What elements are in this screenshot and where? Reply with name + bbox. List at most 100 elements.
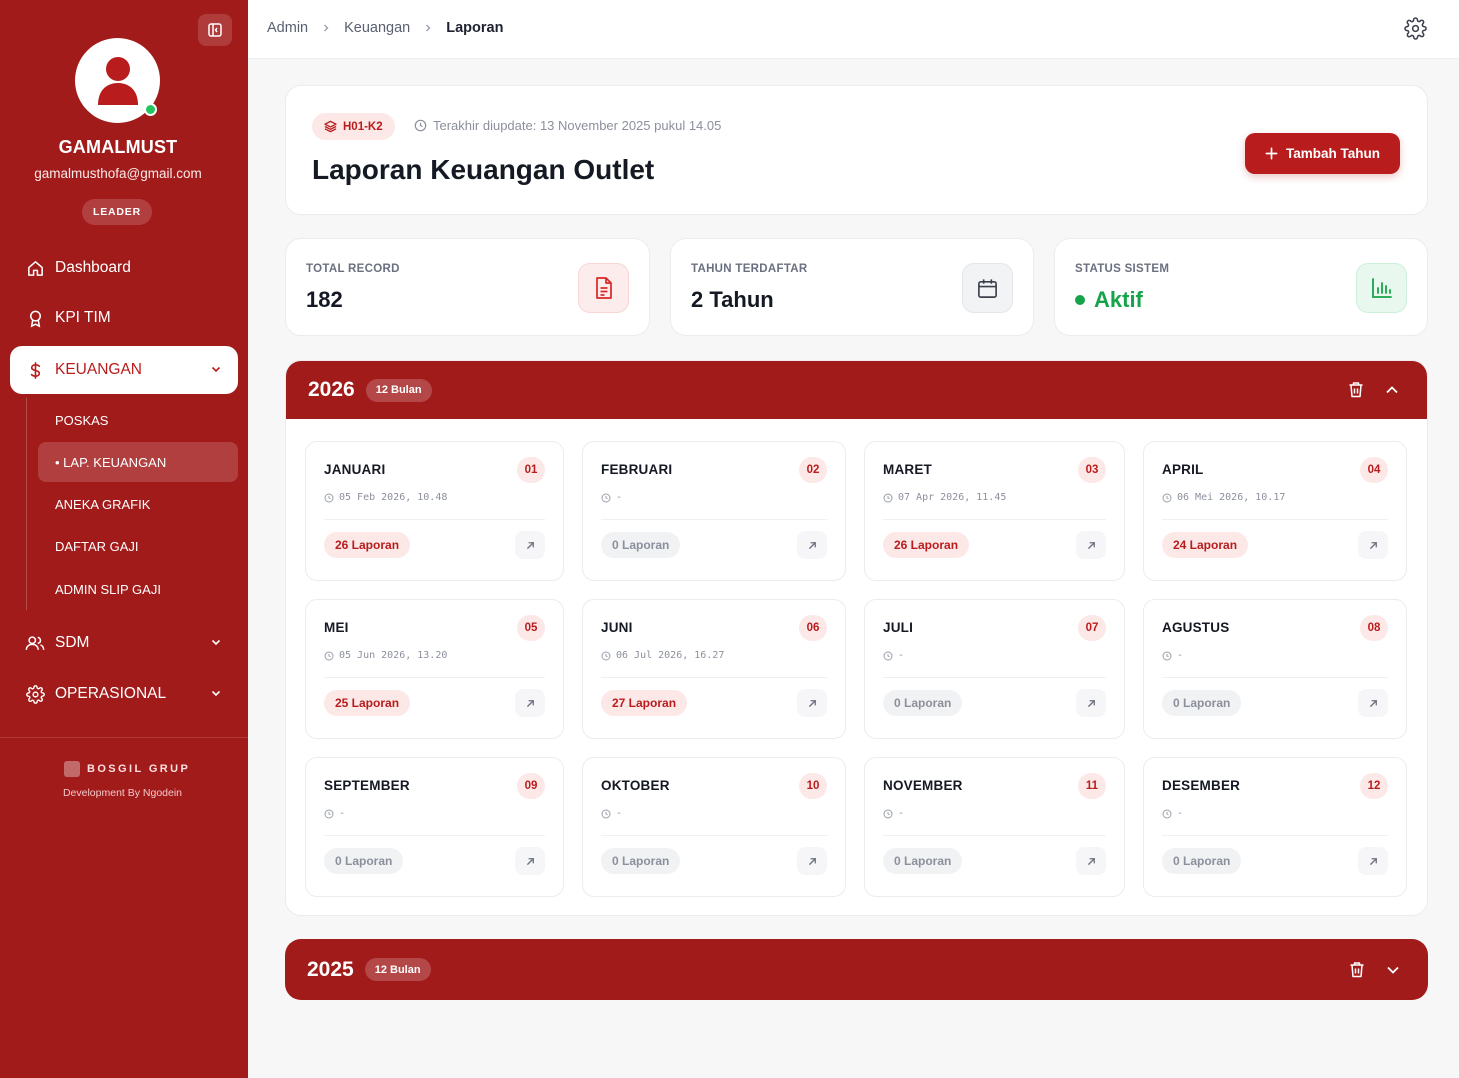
user-email: gamalmusthofa@gmail.com [34, 166, 202, 181]
brand-logo-icon [64, 761, 80, 777]
month-card[interactable]: JULI 07 - 0 Laporan [864, 599, 1125, 739]
month-card[interactable]: FEBRUARI 02 - 0 Laporan [582, 441, 846, 581]
sub-item-lap-keuangan[interactable]: • LAP. KEUANGAN [38, 442, 238, 482]
expand-year-button[interactable] [1385, 962, 1401, 983]
nav-item-operasional[interactable]: OPERASIONAL [10, 670, 238, 718]
card-divider [324, 835, 545, 836]
open-month-button[interactable] [797, 531, 827, 559]
last-updated-text: Terakhir diupdate: 13 November 2025 puku… [433, 118, 722, 133]
month-card[interactable]: MARET 03 07 Apr 2026, 11.45 26 Laporan [864, 441, 1125, 581]
breadcrumb: Admin Keuangan Laporan [267, 20, 503, 36]
arrow-up-right-icon [1369, 541, 1377, 549]
month-number-badge: 09 [517, 773, 545, 799]
open-month-button[interactable] [515, 689, 545, 717]
nav-item-keuangan[interactable]: KEUANGAN [10, 346, 238, 394]
month-name: NOVEMBER [883, 778, 963, 793]
sub-item-poskas[interactable]: POSKAS [38, 400, 238, 440]
open-month-button[interactable] [1358, 531, 1388, 559]
add-year-button[interactable]: Tambah Tahun [1245, 133, 1400, 174]
developer-credit: Development By Ngodein [62, 787, 183, 799]
month-last-update: 05 Jun 2026, 13.20 [324, 650, 447, 661]
stat-label: TAHUN TERDAFTAR [691, 263, 808, 275]
month-card[interactable]: JANUARI 01 05 Feb 2026, 10.48 26 Laporan [305, 441, 564, 581]
delete-year-button[interactable] [1348, 381, 1364, 403]
nav-item-dashboard[interactable]: Dashboard [10, 244, 238, 292]
month-last-update: - [883, 650, 904, 661]
clock-icon [324, 808, 334, 819]
clock-icon [1162, 492, 1172, 503]
clock-icon [1162, 808, 1172, 819]
breadcrumb-current: Laporan [446, 20, 504, 36]
month-date-text: - [898, 808, 905, 819]
month-name: DESEMBER [1162, 778, 1241, 793]
stat-card-status-sistem: STATUS SISTEM Aktif [1054, 238, 1428, 336]
year-header[interactable]: 2026 12 Bulan [286, 361, 1427, 419]
sub-item-aneka-grafik[interactable]: ANEKA GRAFIK [38, 484, 238, 524]
arrow-up-right-icon [808, 541, 816, 549]
nav-item-sdm[interactable]: SDM [10, 619, 238, 667]
topbar: Admin Keuangan Laporan [248, 0, 1459, 59]
card-divider [324, 677, 545, 678]
open-month-button[interactable] [1358, 689, 1388, 717]
chevron-down-icon [211, 690, 221, 697]
settings-button[interactable] [1404, 17, 1427, 45]
user-name: GAMALMUST [58, 137, 178, 157]
open-month-button[interactable] [515, 531, 545, 559]
chevron-right-icon [324, 24, 329, 32]
submenu-line [26, 398, 27, 610]
nav-item-kpi-tim[interactable]: KPI TIM [10, 294, 238, 342]
month-card[interactable]: JUNI 06 06 Jul 2026, 16.27 27 Laporan [582, 599, 846, 739]
report-count-badge: 25 Laporan [324, 690, 411, 716]
dollar-icon [30, 361, 40, 379]
sub-item-daftar-gaji[interactable]: DAFTAR GAJI [38, 526, 238, 566]
month-card[interactable]: APRIL 04 06 Mei 2026, 10.17 24 Laporan [1143, 441, 1407, 581]
breadcrumb-item[interactable]: Keuangan [344, 20, 410, 36]
open-month-button[interactable] [797, 847, 827, 875]
open-month-button[interactable] [797, 689, 827, 717]
open-month-button[interactable] [1076, 847, 1106, 875]
page-title: Laporan Keuangan Outlet [312, 154, 655, 185]
card-divider [1162, 519, 1388, 520]
nav-label: OPERASIONAL [55, 685, 167, 702]
open-month-button[interactable] [1358, 847, 1388, 875]
card-divider [883, 519, 1106, 520]
user-icon [97, 56, 138, 105]
month-card[interactable]: SEPTEMBER 09 - 0 Laporan [305, 757, 564, 897]
month-date-text: 05 Jun 2026, 13.20 [339, 650, 448, 661]
clock-icon [883, 492, 893, 503]
stat-value: 182 [306, 287, 343, 312]
chevron-up-icon [1386, 386, 1398, 394]
month-card[interactable]: DESEMBER 12 - 0 Laporan [1143, 757, 1407, 897]
sidebar-toggle-icon [208, 23, 222, 37]
report-count-badge: 0 Laporan [1162, 848, 1242, 874]
delete-year-button[interactable] [1349, 961, 1365, 983]
stat-card-total-record: TOTAL RECORD 182 [285, 238, 650, 336]
clock-icon [601, 650, 611, 661]
open-month-button[interactable] [515, 847, 545, 875]
year-section-2026: 2026 12 Bulan JANUARI 01 05 Feb 2026, 10.4… [285, 360, 1428, 916]
home-icon [27, 260, 43, 276]
open-month-button[interactable] [1076, 531, 1106, 559]
clock-icon [324, 650, 334, 661]
collapse-year-button[interactable] [1384, 382, 1400, 403]
card-divider [601, 677, 827, 678]
month-name: JANUARI [324, 462, 386, 477]
month-card[interactable]: OKTOBER 10 - 0 Laporan [582, 757, 846, 897]
avatar[interactable] [75, 38, 160, 123]
stat-label: STATUS SISTEM [1075, 263, 1170, 275]
month-number-badge: 02 [799, 457, 827, 483]
month-card[interactable]: MEI 05 05 Jun 2026, 13.20 25 Laporan [305, 599, 564, 739]
sidebar-collapse-button[interactable] [198, 14, 232, 46]
clock-icon [883, 808, 893, 819]
month-card[interactable]: NOVEMBER 11 - 0 Laporan [864, 757, 1125, 897]
year-header[interactable]: 2025 12 Bulan [285, 939, 1428, 1000]
month-number-badge: 10 [799, 773, 827, 799]
breadcrumb-item[interactable]: Admin [267, 20, 308, 36]
clock-icon [414, 119, 427, 132]
month-date-text: 05 Feb 2026, 10.48 [339, 492, 448, 503]
report-count-badge: 0 Laporan [1162, 690, 1242, 716]
open-month-button[interactable] [1076, 689, 1106, 717]
month-card[interactable]: AGUSTUS 08 - 0 Laporan [1143, 599, 1407, 739]
month-last-update: - [601, 808, 622, 819]
sub-item-admin-slip-gaji[interactable]: ADMIN SLIP GAJI [38, 569, 238, 609]
